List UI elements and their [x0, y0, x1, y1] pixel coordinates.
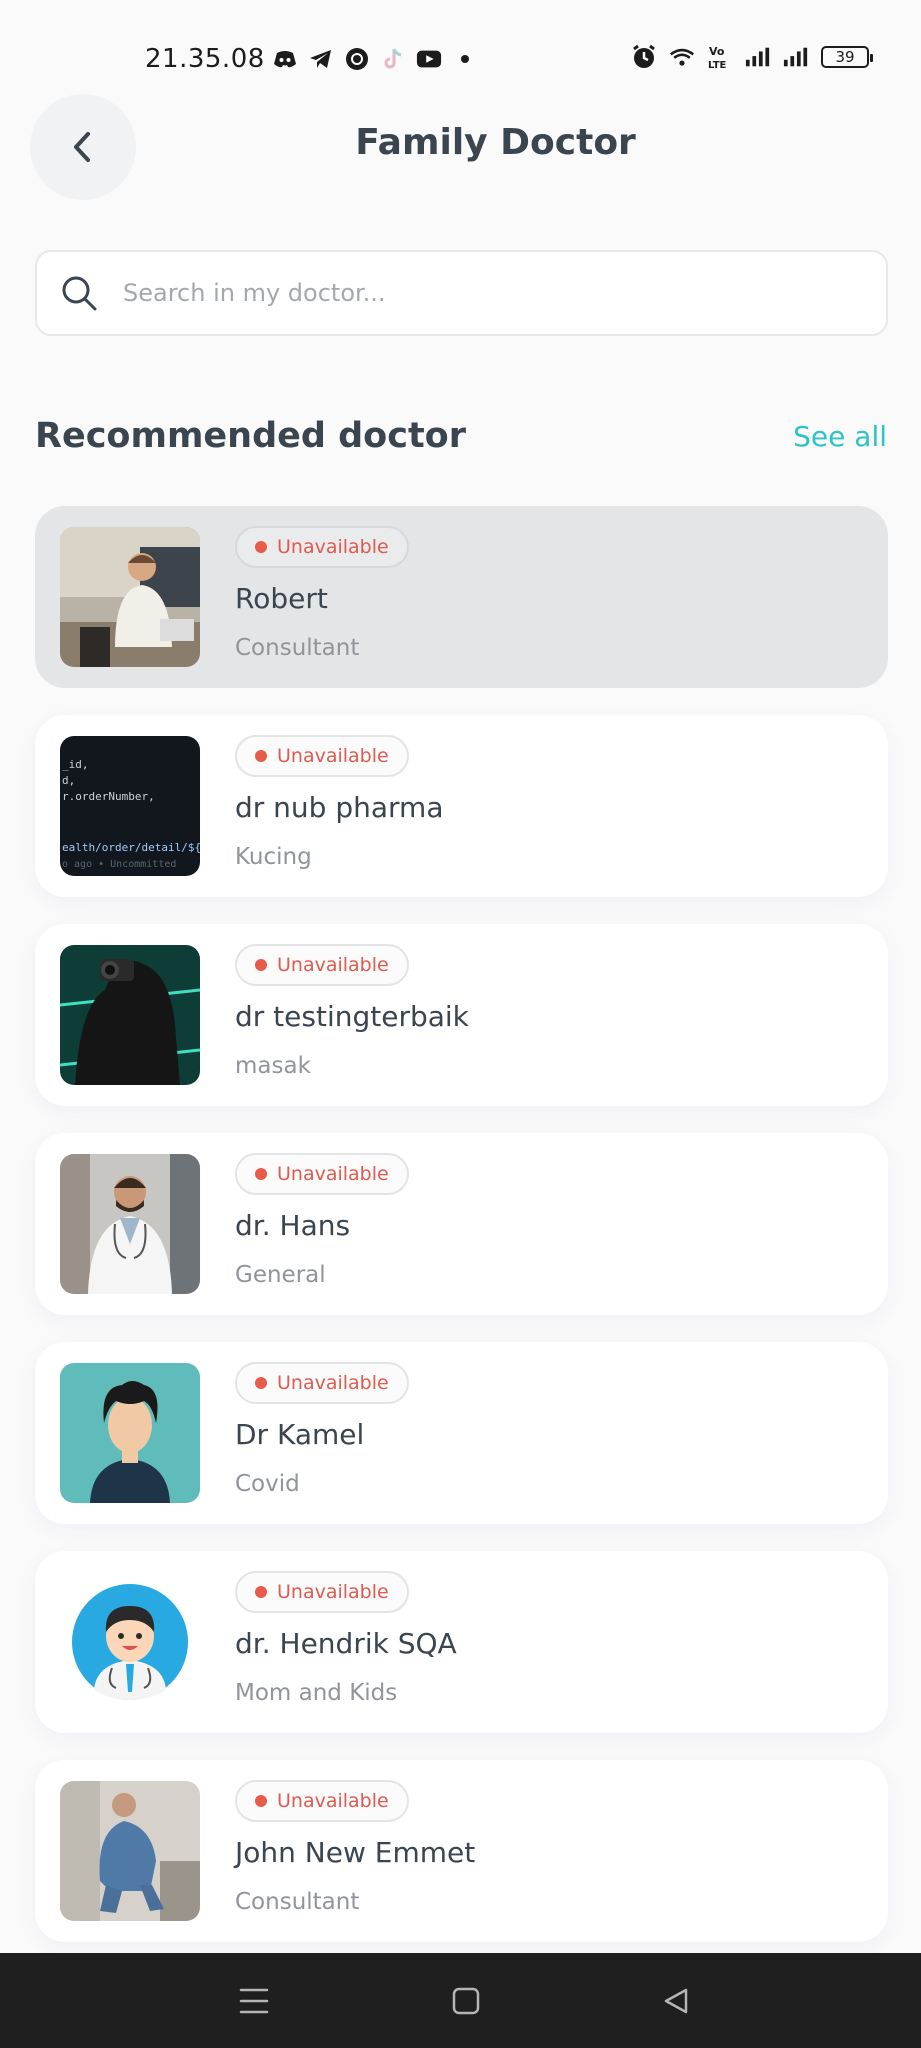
doctor-card[interactable]: Unavailable Dr Kamel Covid — [35, 1342, 888, 1524]
card-info: Unavailable Robert Consultant — [235, 526, 409, 661]
doctor-list: Unavailable Robert Consultant _id, d, r.… — [35, 506, 888, 1969]
doctor-specialty: Consultant — [235, 1889, 360, 1915]
card-info: Unavailable John New Emmet Consultant — [235, 1780, 475, 1915]
telegram-icon — [308, 46, 334, 72]
doctor-avatar — [60, 1572, 200, 1712]
status-label: Unavailable — [277, 1163, 389, 1185]
doctor-avatar — [60, 1781, 200, 1921]
doctor-name: dr testingterbaik — [235, 1000, 469, 1033]
chrome-icon — [344, 46, 370, 72]
doctor-card[interactable]: Unavailable dr testingterbaik masak — [35, 924, 888, 1106]
status-badge: Unavailable — [235, 1780, 409, 1822]
status-dot — [255, 1586, 267, 1598]
status-badge: Unavailable — [235, 1153, 409, 1195]
volte-icon: Vo LTE — [707, 44, 733, 70]
home-icon[interactable] — [446, 1981, 486, 2021]
avatar-code-line: _id, — [62, 758, 89, 771]
back-icon[interactable] — [656, 1981, 696, 2021]
system-nav-bar — [0, 1953, 921, 2048]
status-label: Unavailable — [277, 954, 389, 976]
doctor-name: dr. Hendrik SQA — [235, 1627, 457, 1660]
status-badge: Unavailable — [235, 1571, 409, 1613]
status-dot — [255, 1168, 267, 1180]
discord-icon — [272, 46, 298, 72]
svg-text:Vo: Vo — [709, 45, 725, 58]
status-badge: Unavailable — [235, 526, 409, 568]
doctor-specialty: Covid — [235, 1471, 300, 1497]
youtube-icon — [416, 46, 442, 72]
battery-level: 39 — [835, 48, 855, 66]
doctor-specialty: Kucing — [235, 844, 312, 870]
status-label: Unavailable — [277, 1581, 389, 1603]
card-info: Unavailable Dr Kamel Covid — [235, 1362, 409, 1497]
card-info: Unavailable dr nub pharma Kucing — [235, 735, 443, 870]
dot-icon — [452, 46, 478, 72]
status-dot — [255, 750, 267, 762]
doctor-card[interactable]: Unavailable Robert Consultant — [35, 506, 888, 688]
doctor-avatar: _id, d, r.orderNumber, ealth/order/detai… — [60, 736, 200, 876]
doctor-name: Dr Kamel — [235, 1418, 365, 1451]
status-dot — [255, 541, 267, 553]
doctor-avatar — [60, 527, 200, 667]
menu-icon[interactable] — [234, 1981, 274, 2021]
avatar-code-line: o ago • Uncommitted — [62, 859, 176, 870]
status-label: Unavailable — [277, 536, 389, 558]
search-icon — [62, 276, 97, 311]
doctor-name: John New Emmet — [235, 1836, 476, 1869]
card-info: Unavailable dr. Hans General — [235, 1153, 409, 1288]
doctor-avatar — [60, 1154, 200, 1294]
status-time: 21.35.08 — [145, 44, 265, 74]
doctor-card[interactable]: _id, d, r.orderNumber, ealth/order/detai… — [35, 715, 888, 897]
card-info: Unavailable dr. Hendrik SQA Mom and Kids — [235, 1571, 457, 1706]
signal-icon — [745, 44, 771, 70]
tiktok-icon — [380, 46, 406, 72]
doctor-specialty: General — [235, 1262, 326, 1288]
doctor-name: dr. Hans — [235, 1209, 351, 1242]
search-input[interactable] — [123, 279, 843, 307]
doctor-avatar — [60, 945, 200, 1085]
alarm-icon — [631, 44, 657, 70]
page-title: Family Doctor — [355, 122, 636, 163]
status-label: Unavailable — [277, 745, 389, 767]
status-badge: Unavailable — [235, 944, 409, 986]
avatar-code-line: d, — [62, 774, 75, 787]
card-info: Unavailable dr testingterbaik masak — [235, 944, 469, 1079]
avatar-code-line: r.orderNumber, — [62, 790, 155, 803]
status-dot — [255, 1377, 267, 1389]
search-box[interactable] — [35, 250, 888, 336]
status-dot — [255, 1795, 267, 1807]
doctor-card[interactable]: Unavailable John New Emmet Consultant — [35, 1760, 888, 1942]
doctor-specialty: Mom and Kids — [235, 1680, 398, 1706]
battery-icon: 39 — [821, 46, 873, 68]
status-right-icons: Vo LTE 39 — [631, 44, 873, 70]
section-title: Recommended doctor — [35, 416, 466, 456]
status-dot — [255, 959, 267, 971]
status-label: Unavailable — [277, 1372, 389, 1394]
doctor-specialty: Consultant — [235, 635, 360, 661]
see-all-link[interactable]: See all — [793, 420, 887, 453]
doctor-card[interactable]: Unavailable dr. Hans General — [35, 1133, 888, 1315]
doctor-card[interactable]: Unavailable dr. Hendrik SQA Mom and Kids — [35, 1551, 888, 1733]
doctor-name: Robert — [235, 582, 328, 615]
status-left-icons — [272, 46, 478, 72]
doctor-avatar — [60, 1363, 200, 1503]
status-bar: 21.35.08 Vo LTE 39 — [0, 0, 921, 120]
status-label: Unavailable — [277, 1790, 389, 1812]
doctor-specialty: masak — [235, 1053, 311, 1079]
status-badge: Unavailable — [235, 735, 409, 777]
svg-text:LTE: LTE — [708, 60, 727, 70]
status-badge: Unavailable — [235, 1362, 409, 1404]
signal-icon — [783, 44, 809, 70]
wifi-icon — [669, 44, 695, 70]
doctor-name: dr nub pharma — [235, 791, 444, 824]
avatar-code-line: ealth/order/detail/${ — [62, 841, 200, 854]
